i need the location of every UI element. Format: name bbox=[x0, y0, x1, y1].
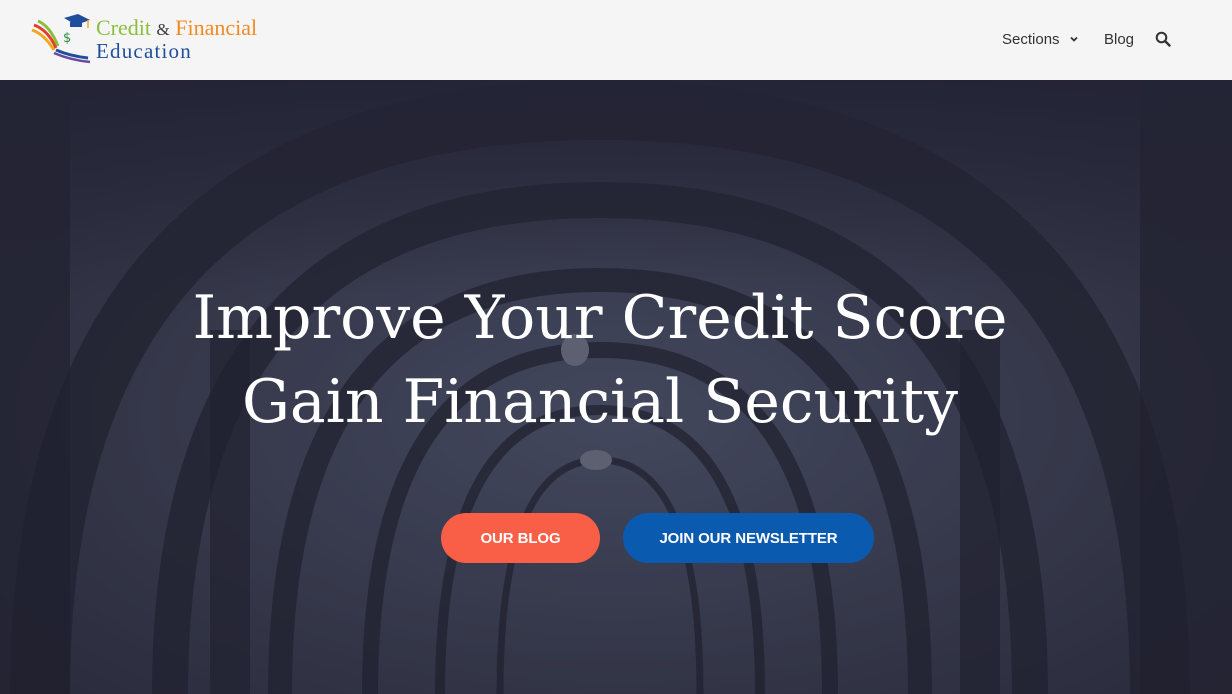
logo-amp-text: & bbox=[156, 20, 170, 39]
our-blog-button[interactable]: OUR BLOG bbox=[441, 513, 600, 563]
nav-sections-label: Sections bbox=[1002, 30, 1060, 48]
logo-graduation-book-icon: $ bbox=[31, 14, 91, 64]
chevron-down-icon bbox=[1069, 36, 1078, 42]
nav-blog-label: Blog bbox=[1104, 30, 1135, 48]
hero-headline: Improve Your Credit Score Gain Financial… bbox=[0, 276, 1200, 444]
logo-financial-text: Financial bbox=[175, 15, 258, 40]
site-logo[interactable]: $ Credit & Financial Education bbox=[30, 12, 257, 66]
logo-credit-text: Credit bbox=[96, 15, 151, 40]
site-header: $ Credit & Financial Education Sections … bbox=[0, 0, 1232, 80]
svg-text:$: $ bbox=[63, 31, 71, 46]
join-newsletter-button[interactable]: JOIN OUR NEWSLETTER bbox=[623, 513, 874, 563]
nav-blog-link[interactable]: Blog bbox=[1104, 29, 1134, 49]
hero-section: Improve Your Credit Score Gain Financial… bbox=[0, 80, 1232, 694]
search-icon[interactable] bbox=[1155, 31, 1171, 47]
logo-education-text: Education bbox=[96, 39, 192, 63]
nav-sections-menu[interactable]: Sections bbox=[1002, 29, 1079, 49]
hero-headline-line2: Gain Financial Security bbox=[241, 367, 959, 437]
hero-headline-line1: Improve Your Credit Score bbox=[192, 283, 1008, 353]
